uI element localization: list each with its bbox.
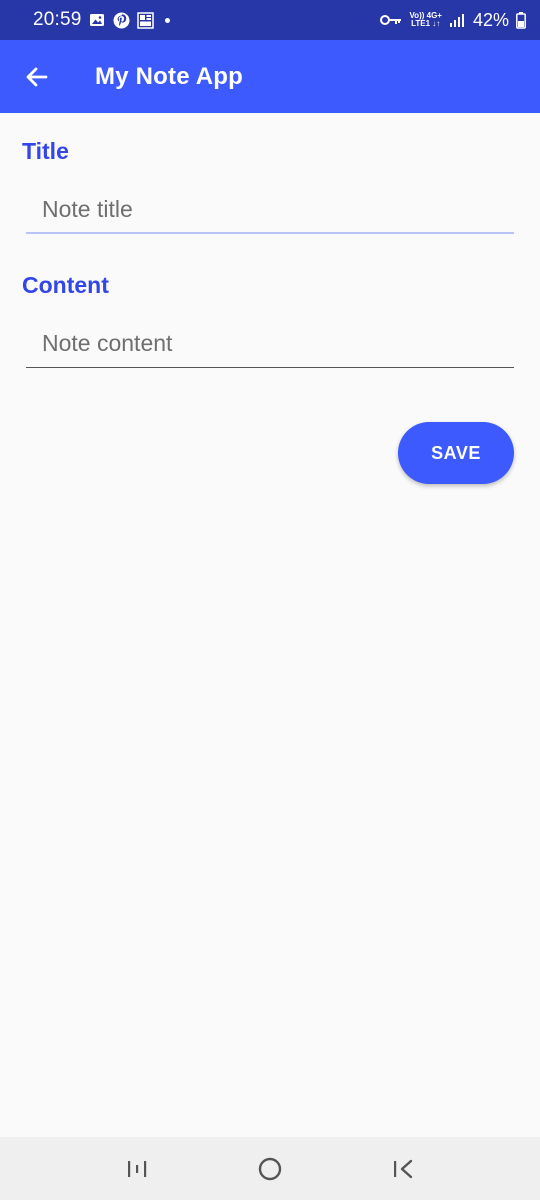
- status-bar: 20:59 Vo)) 4G+ LTE1 ↓↑ 42%: [0, 0, 540, 40]
- nav-back-button[interactable]: [373, 1144, 433, 1194]
- app-bar: My Note App: [0, 40, 540, 113]
- recents-icon: [127, 1160, 146, 1177]
- status-right: Vo)) 4G+ LTE1 ↓↑ 42%: [380, 10, 526, 31]
- back-button[interactable]: [14, 54, 60, 100]
- battery-icon: [516, 11, 526, 29]
- home-icon: [258, 1157, 282, 1180]
- key-icon: [380, 12, 402, 29]
- home-button[interactable]: [240, 1144, 300, 1194]
- back-icon: [394, 1159, 413, 1178]
- status-left: 20:59: [33, 9, 170, 31]
- battery-percent: 42%: [472, 9, 509, 30]
- content-input[interactable]: [26, 320, 514, 368]
- save-button[interactable]: SAVE: [398, 422, 514, 484]
- title-input[interactable]: [26, 186, 514, 234]
- title-label: Title: [22, 138, 69, 164]
- signal-icon: [449, 12, 466, 29]
- widget-icon: [136, 11, 154, 29]
- image-icon: [89, 12, 106, 29]
- status-time: 20:59: [33, 9, 82, 30]
- arrow-left-icon: [26, 67, 48, 86]
- nav-bar: [0, 1137, 540, 1200]
- content-label: Content: [22, 272, 109, 298]
- network-indicator: Vo)) 4G+ LTE1 ↓↑: [409, 12, 442, 28]
- net-bottom: LTE1 ↓↑: [411, 19, 441, 28]
- app-title: My Note App: [95, 62, 243, 90]
- recents-button[interactable]: [107, 1144, 167, 1194]
- dot-icon: [164, 17, 170, 23]
- pinterest-icon: [113, 12, 130, 29]
